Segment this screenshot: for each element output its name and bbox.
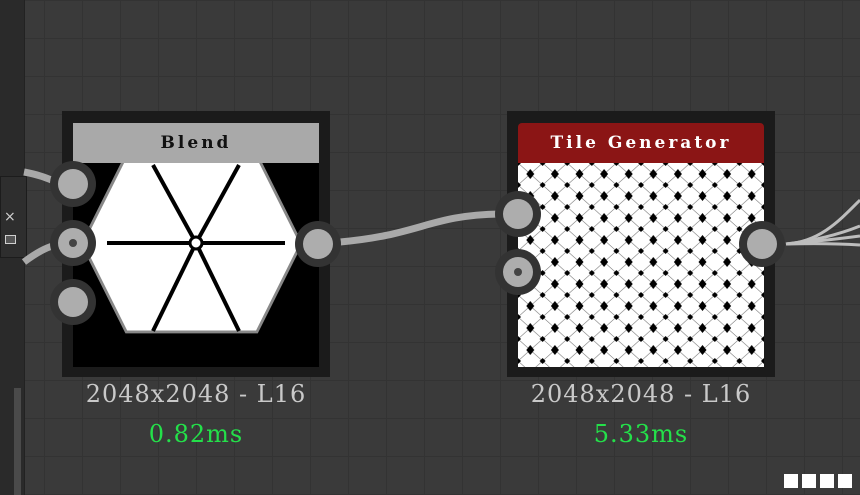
- tile-output-port[interactable]: [739, 221, 785, 267]
- tile-generator-node[interactable]: Tile Generator: [507, 111, 775, 377]
- tile-input-port-1[interactable]: [495, 191, 541, 237]
- tile-pattern-preview-icon: [518, 163, 764, 367]
- blend-input-port-2[interactable]: [50, 220, 96, 266]
- blend-thumbnail: [73, 163, 319, 367]
- minimap-square: [784, 474, 798, 488]
- blend-resolution-label: 2048x2048 - L16: [85, 380, 307, 408]
- node-title: Tile Generator: [518, 123, 764, 163]
- blend-input-port-3[interactable]: [50, 279, 96, 325]
- wire-out-4: [785, 242, 860, 247]
- tile-input-port-2[interactable]: [495, 249, 541, 295]
- tile-pattern-thumbnail: [518, 163, 764, 367]
- minimap-indicator[interactable]: [784, 474, 852, 488]
- blend-node[interactable]: Blend: [62, 111, 330, 377]
- minimap-square: [838, 474, 852, 488]
- hexagon-blend-preview-icon: [80, 163, 303, 334]
- blend-output-port[interactable]: [295, 221, 341, 267]
- tile-timing-label: 5.33ms: [593, 420, 689, 448]
- blend-timing-label: 0.82ms: [148, 420, 244, 448]
- minimap-square: [820, 474, 834, 488]
- wire-blend-to-tile: [339, 210, 501, 246]
- minimap-square: [802, 474, 816, 488]
- tile-resolution-label: 2048x2048 - L16: [530, 380, 752, 408]
- blend-input-port-1[interactable]: [50, 161, 96, 207]
- node-title: Blend: [73, 123, 319, 163]
